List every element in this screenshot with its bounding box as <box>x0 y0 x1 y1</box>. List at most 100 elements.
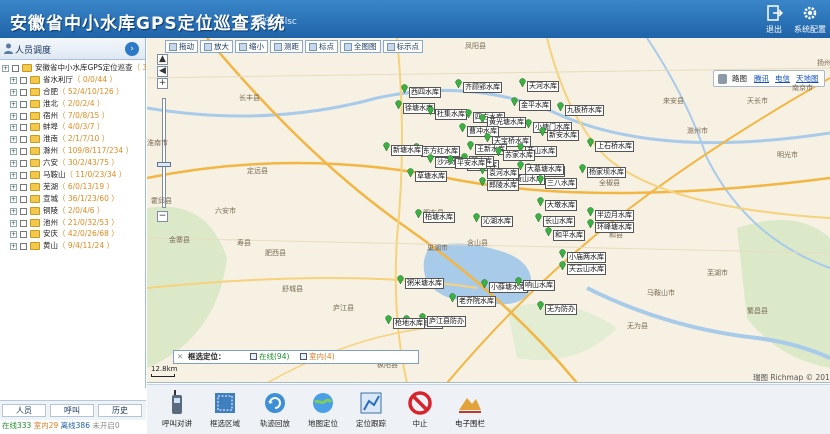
map-pin-icon[interactable] <box>511 96 518 106</box>
collapse-panel-button[interactable]: › <box>125 42 139 56</box>
reservoir-label[interactable]: 郎陵水库 <box>487 180 519 191</box>
map-pin-icon[interactable] <box>407 167 414 177</box>
stop-button[interactable]: 中止 <box>395 390 445 429</box>
map-pin-icon[interactable] <box>519 77 526 87</box>
map-pin-icon[interactable] <box>535 212 542 222</box>
tree-node-checkbox[interactable] <box>12 65 19 72</box>
tree-node-checkbox[interactable] <box>20 88 27 96</box>
reservoir-label[interactable]: 杜集水库 <box>435 109 467 120</box>
filter-indoor[interactable]: 室内(4) <box>300 351 335 363</box>
exit-button[interactable]: 退出 <box>754 4 794 36</box>
geofence-button[interactable]: 电子围栏 <box>445 390 495 429</box>
expand-toggle[interactable]: + <box>10 160 17 168</box>
tree-node[interactable]: + 池州（ 21/0/32/53 ） <box>0 217 146 229</box>
tree-node[interactable]: + 合肥（ 52/4/10/126 ） <box>0 86 146 98</box>
map-pin-icon[interactable] <box>385 314 392 324</box>
zoom-slider[interactable] <box>162 98 166 208</box>
reservoir-label[interactable]: 响山水库 <box>523 280 555 291</box>
map-pin-icon[interactable] <box>559 260 566 270</box>
expand-toggle[interactable]: + <box>10 76 17 84</box>
tree-node-checkbox[interactable] <box>20 112 27 120</box>
tool-measure[interactable]: 测距 <box>270 40 303 53</box>
tree-node-checkbox[interactable] <box>20 100 27 108</box>
tree-node[interactable]: + 六安（ 30/2/43/75 ） <box>0 157 146 169</box>
reservoir-label[interactable]: 枪地水库 <box>393 318 425 329</box>
reservoir-label[interactable]: 杨家坝水库 <box>587 167 626 178</box>
map-pin-icon[interactable] <box>401 83 408 93</box>
tree-node[interactable]: + 芜湖（ 6/0/13/19 ） <box>0 181 146 193</box>
tab-personnel[interactable]: 人员 <box>2 404 46 417</box>
tree-node[interactable]: + 宣城（ 36/1/23/60 ） <box>0 193 146 205</box>
map-pin-icon[interactable] <box>587 137 594 147</box>
map-pin-icon[interactable] <box>479 113 486 123</box>
expand-toggle[interactable]: + <box>2 65 9 72</box>
map-view[interactable]: 拖动 放大 缩小 测距 标点 全图图 标示点 ▲ ◀ + − 路图 腾讯 电信 … <box>147 38 830 383</box>
tree-node[interactable]: + 马鞍山（ 11/0/23/34 ） <box>0 169 146 181</box>
expand-toggle[interactable]: + <box>10 195 17 203</box>
map-pin-icon[interactable] <box>465 108 472 118</box>
map-pin-icon[interactable] <box>559 248 566 258</box>
tree-node-checkbox[interactable] <box>20 231 27 239</box>
map-pin-icon[interactable] <box>539 126 546 136</box>
reservoir-label[interactable]: 庐江县防办 <box>427 316 466 327</box>
reservoir-label[interactable]: 大墩水库 <box>545 200 577 211</box>
tool-show-points[interactable]: 标示点 <box>382 40 423 53</box>
tab-history[interactable]: 历史 <box>98 404 142 417</box>
filter-online-checkbox[interactable] <box>250 353 257 360</box>
tree-node-checkbox[interactable] <box>20 160 27 168</box>
pan-left-button[interactable]: ◀ <box>157 66 168 77</box>
map-pin-icon[interactable] <box>397 274 404 284</box>
map-pin-icon[interactable] <box>427 153 434 163</box>
reservoir-label[interactable]: 袁河水库 <box>487 168 519 179</box>
reservoir-label[interactable]: 老乔院水库 <box>457 296 496 307</box>
map-pin-icon[interactable] <box>557 101 564 111</box>
map-pin-icon[interactable] <box>537 300 544 310</box>
tab-call[interactable]: 呼叫 <box>50 404 94 417</box>
reservoir-label[interactable]: 粥米塘水库 <box>405 278 444 289</box>
map-pin-icon[interactable] <box>484 132 491 142</box>
map-pin-icon[interactable] <box>449 292 456 302</box>
expand-toggle[interactable]: + <box>10 124 17 132</box>
map-pin-icon[interactable] <box>495 146 502 156</box>
close-filter-icon[interactable]: ✕ <box>177 351 183 363</box>
reservoir-label[interactable]: 三八水库 <box>545 178 577 189</box>
expand-toggle[interactable]: + <box>10 172 17 180</box>
reservoir-label[interactable]: 金平水库 <box>519 100 551 111</box>
reservoir-label[interactable]: 上石桥水库 <box>595 141 634 152</box>
reservoir-label[interactable]: 新安水库 <box>547 130 579 141</box>
zoom-slider-handle[interactable] <box>157 162 171 167</box>
map-pin-icon[interactable] <box>447 154 454 164</box>
reservoir-label[interactable]: 天云山水库 <box>567 264 606 275</box>
location-tracking-button[interactable]: 定位跟踪 <box>346 390 396 429</box>
tree-node-checkbox[interactable] <box>20 148 27 156</box>
map-type-road[interactable]: 路图 <box>732 71 747 86</box>
tool-full-map[interactable]: 全图图 <box>340 40 381 53</box>
map-pin-icon[interactable] <box>525 118 532 128</box>
zoom-out-button[interactable]: − <box>157 211 168 222</box>
tree-node[interactable]: + 滁州（ 109/8/117/234 ） <box>0 145 146 157</box>
reservoir-label[interactable]: 平安水库 <box>455 158 487 169</box>
zoom-in-button[interactable]: + <box>157 78 168 89</box>
tree-node-checkbox[interactable] <box>20 124 27 132</box>
tree-node-checkbox[interactable] <box>20 195 27 203</box>
map-pin-icon[interactable] <box>395 99 402 109</box>
expand-toggle[interactable]: + <box>10 88 17 96</box>
reservoir-label[interactable]: 和平水库 <box>553 230 585 241</box>
expand-toggle[interactable]: + <box>10 136 17 144</box>
tree-node-checkbox[interactable] <box>20 243 27 251</box>
reservoir-label[interactable]: 西四水库 <box>409 87 441 98</box>
expand-toggle[interactable]: + <box>10 231 17 239</box>
map-pin-icon[interactable] <box>515 276 522 286</box>
reservoir-label[interactable]: 草塘水库 <box>415 171 447 182</box>
reservoir-label[interactable]: 大墓塘水库 <box>525 164 564 175</box>
tool-drag[interactable]: 拖动 <box>165 40 198 53</box>
map-type-tencent[interactable]: 腾讯 <box>754 71 769 86</box>
tree-node[interactable]: + 安徽省中小水库GPS定位巡查（ 333/29 <box>0 62 146 74</box>
map-locate-button[interactable]: 地图定位 <box>298 390 348 429</box>
tree-node[interactable]: + 省水利厅（ 0/0/44 ） <box>0 74 146 86</box>
reservoir-label[interactable]: 九板桥水库 <box>565 105 604 116</box>
expand-toggle[interactable]: + <box>10 183 17 191</box>
tool-zoom-in[interactable]: 放大 <box>200 40 233 53</box>
map-pin-icon[interactable] <box>467 140 474 150</box>
reservoir-label[interactable]: 环峰塘水库 <box>595 222 634 233</box>
